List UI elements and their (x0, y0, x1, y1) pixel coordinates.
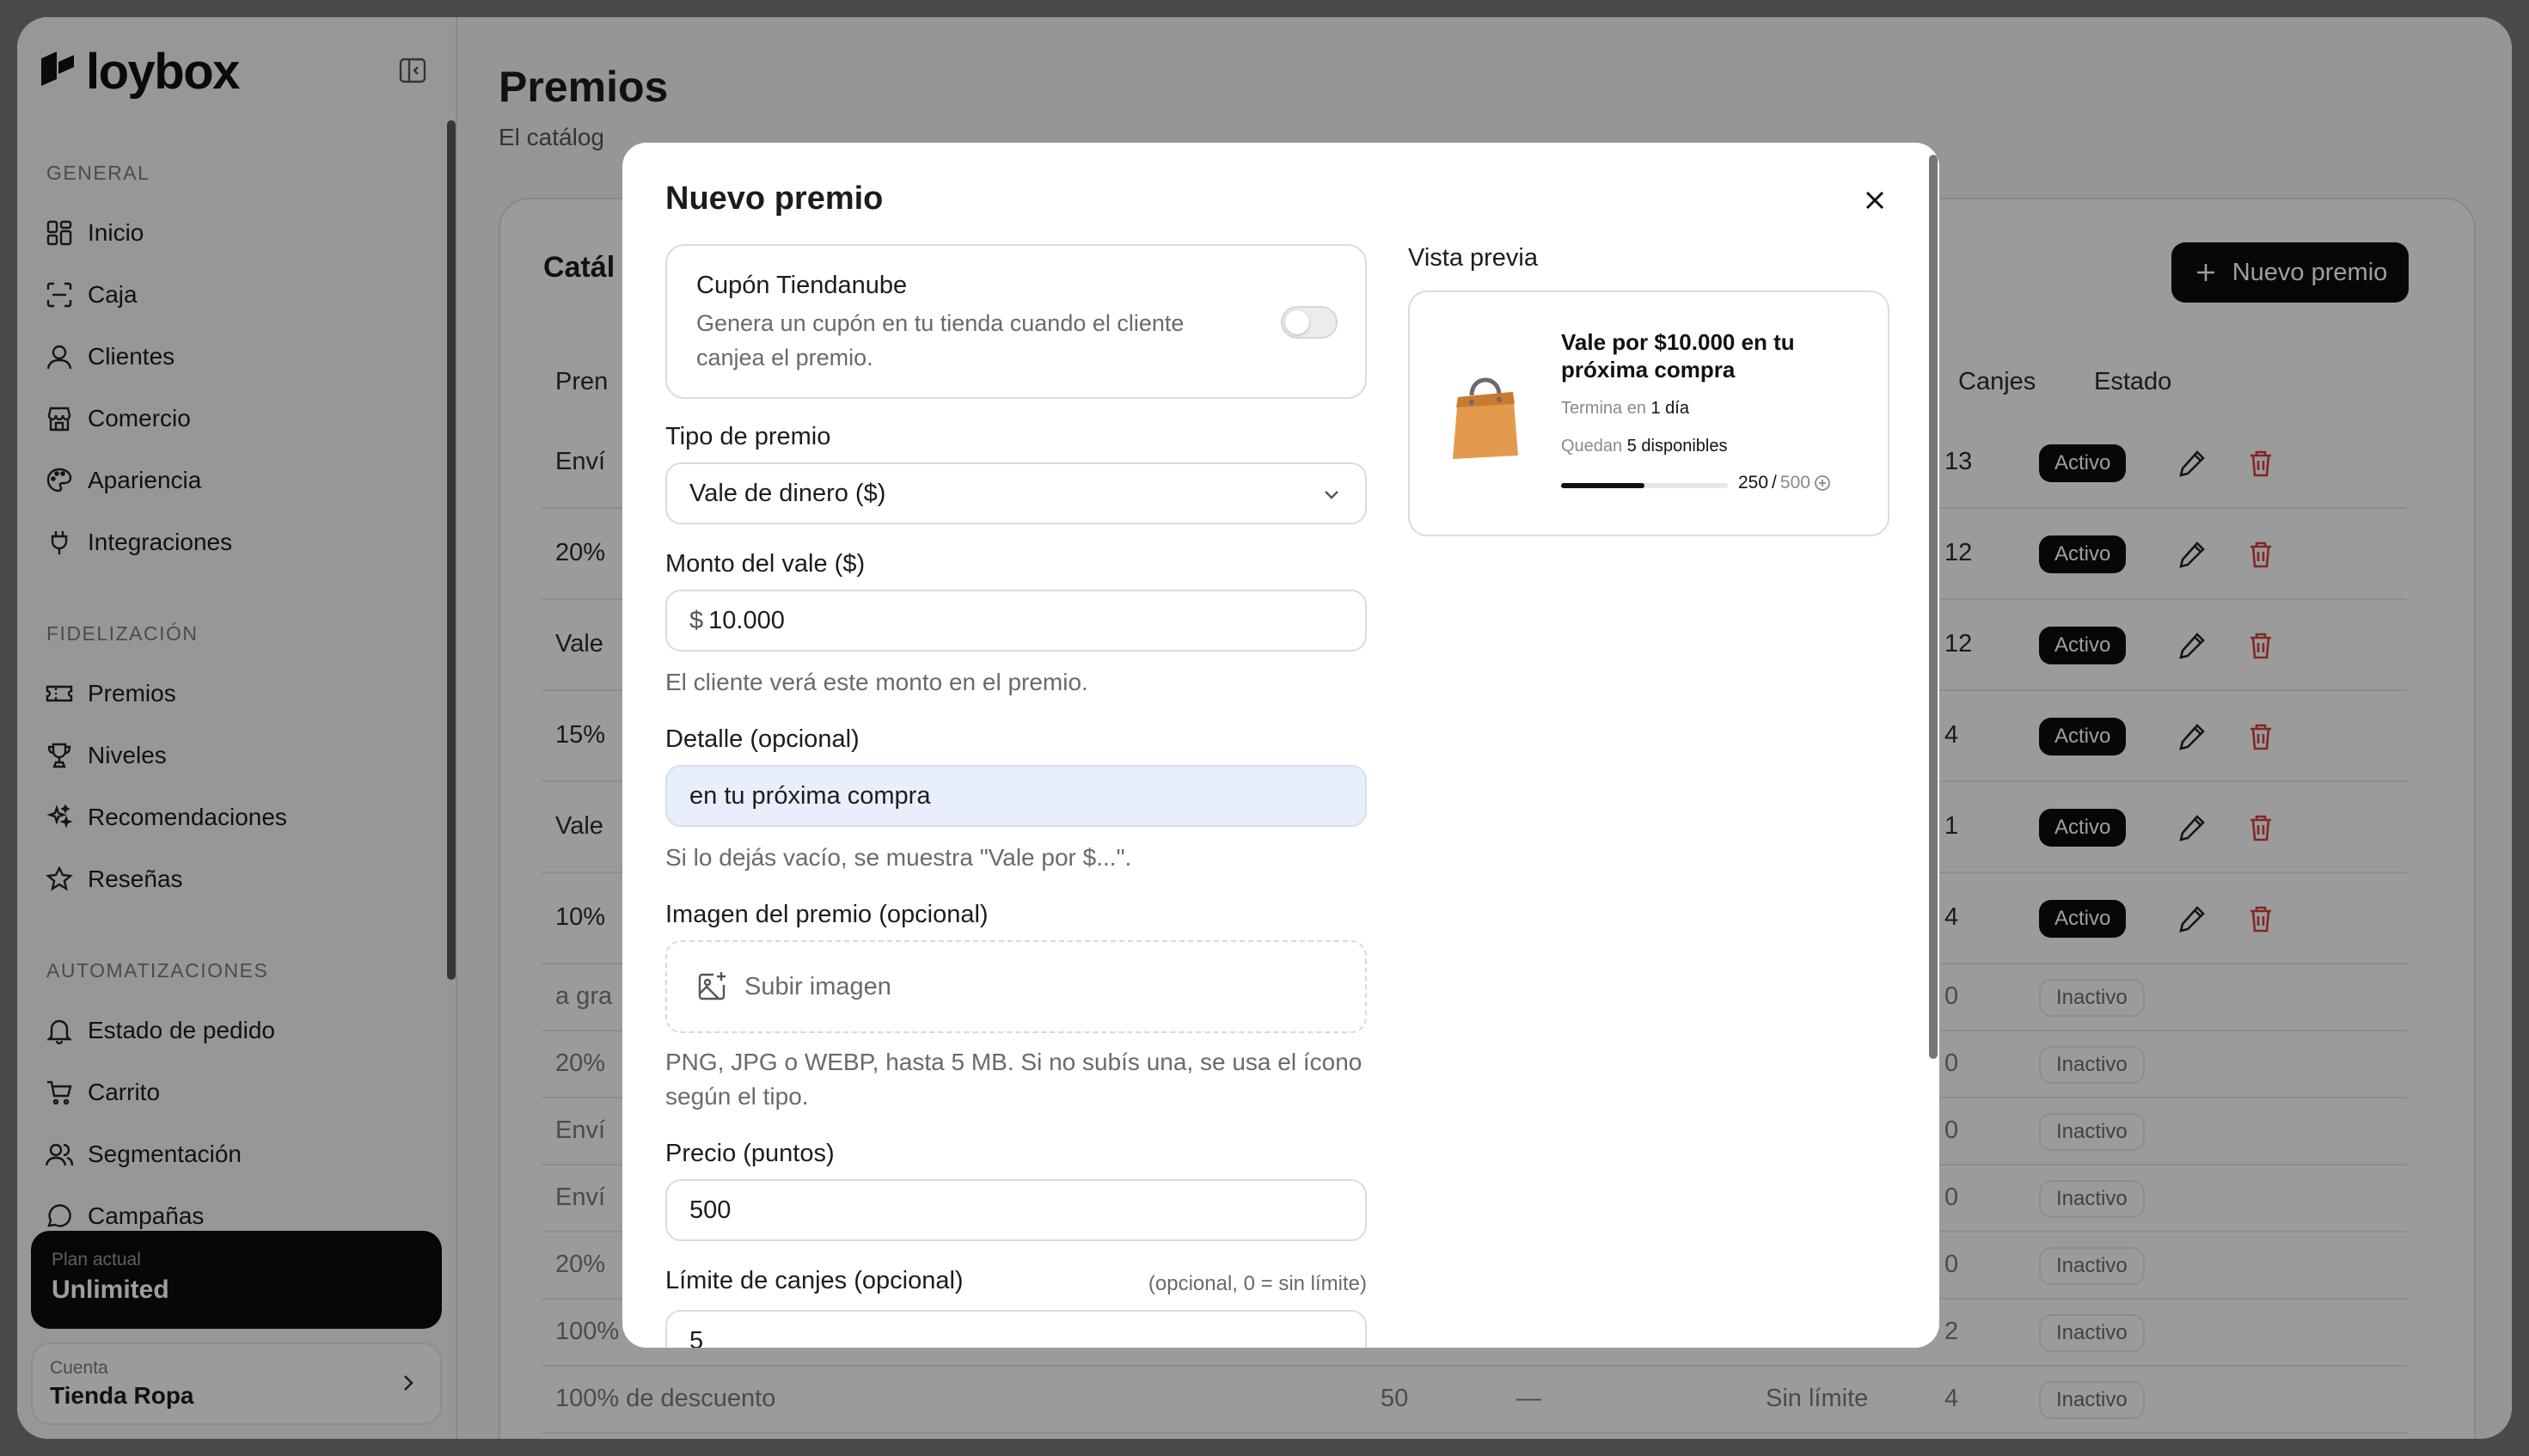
limite-value: 5 (689, 1327, 704, 1348)
imagen-hint: PNG, JPG o WEBP, hasta 5 MB. Si no subís… (665, 1049, 1362, 1110)
detalle-input[interactable]: en tu próxima compra (665, 765, 1367, 827)
currency-prefix: $ (689, 606, 704, 634)
dialog-title: Nuevo premio (665, 180, 884, 217)
preview-points-separator: / (1772, 473, 1777, 492)
tiendanube-title: Cupón Tiendanube (696, 272, 908, 299)
monto-hint: El cliente verá este monto en el premio. (665, 669, 1088, 695)
detalle-label: Detalle (opcional) (665, 725, 860, 753)
limite-label: Límite de canjes (opcional) (665, 1267, 964, 1294)
precio-value: 500 (689, 1196, 732, 1224)
points-coin-icon (1815, 475, 1830, 491)
upload-label: Subir imagen (744, 972, 891, 1000)
preview-ends-value: 1 día (1650, 399, 1689, 418)
tiendanube-coupon-card: Cupón Tiendanube Genera un cupón en tu t… (665, 244, 1367, 399)
tipo-label: Tipo de premio (665, 423, 831, 450)
detalle-hint: Si lo dejás vacío, se muestra "Vale por … (665, 844, 1132, 871)
preview-stock-prefix: Quedan (1561, 437, 1623, 456)
image-plus-icon (698, 972, 726, 1000)
monto-label: Monto del vale ($) (665, 550, 866, 578)
tiendanube-description: Genera un cupón en tu tienda cuando el c… (696, 310, 1185, 370)
reward-preview-card: Vale por $10.000 en tu próxima compra Te… (1408, 291, 1889, 536)
limite-input[interactable]: 5 (665, 1310, 1367, 1348)
preview-stock-value: 5 disponibles (1626, 437, 1728, 456)
preview-stock: Quedan 5 disponibles (1561, 437, 1727, 456)
monto-input[interactable]: $ 10.000 (665, 590, 1367, 652)
dialog-scrollbar[interactable] (1929, 155, 1938, 1059)
preview-ends: Termina en 1 día (1561, 399, 1689, 419)
new-reward-dialog: Nuevo premio Cupón Tiendanube Genera un … (622, 143, 1939, 1348)
detalle-value: en tu próxima compra (689, 781, 931, 810)
tipo-select[interactable]: Vale de dinero ($) (665, 462, 1367, 524)
upload-image-dropzone[interactable]: Subir imagen (665, 940, 1367, 1033)
preview-ends-prefix: Termina en (1561, 399, 1646, 418)
limite-note: (opcional, 0 = sin límite) (1148, 1272, 1367, 1295)
preview-title: Vale por $10.000 en tu próxima compra (1561, 329, 1795, 382)
close-icon[interactable] (1860, 186, 1889, 215)
precio-input[interactable]: 500 (665, 1179, 1367, 1241)
chevron-down-icon (1325, 491, 1338, 499)
preview-progress-fill (1561, 483, 1644, 488)
preview-progress-bar (1561, 483, 1728, 488)
shopping-bag-icon (1453, 377, 1518, 459)
tiendanube-toggle[interactable] (1281, 306, 1338, 339)
preview-points: 250 / 500 (1738, 473, 1831, 493)
preview-label: Vista previa (1408, 244, 1538, 272)
app-window: loybox GENERAL Inicio Caja Clientes Come… (17, 17, 2512, 1439)
precio-label: Precio (puntos) (665, 1140, 835, 1167)
tipo-value: Vale de dinero ($) (689, 479, 886, 507)
imagen-label: Imagen del premio (opcional) (665, 901, 989, 928)
preview-points-total: 500 (1779, 473, 1810, 492)
monto-value: 10.000 (708, 606, 785, 634)
preview-points-current: 250 (1738, 473, 1769, 492)
